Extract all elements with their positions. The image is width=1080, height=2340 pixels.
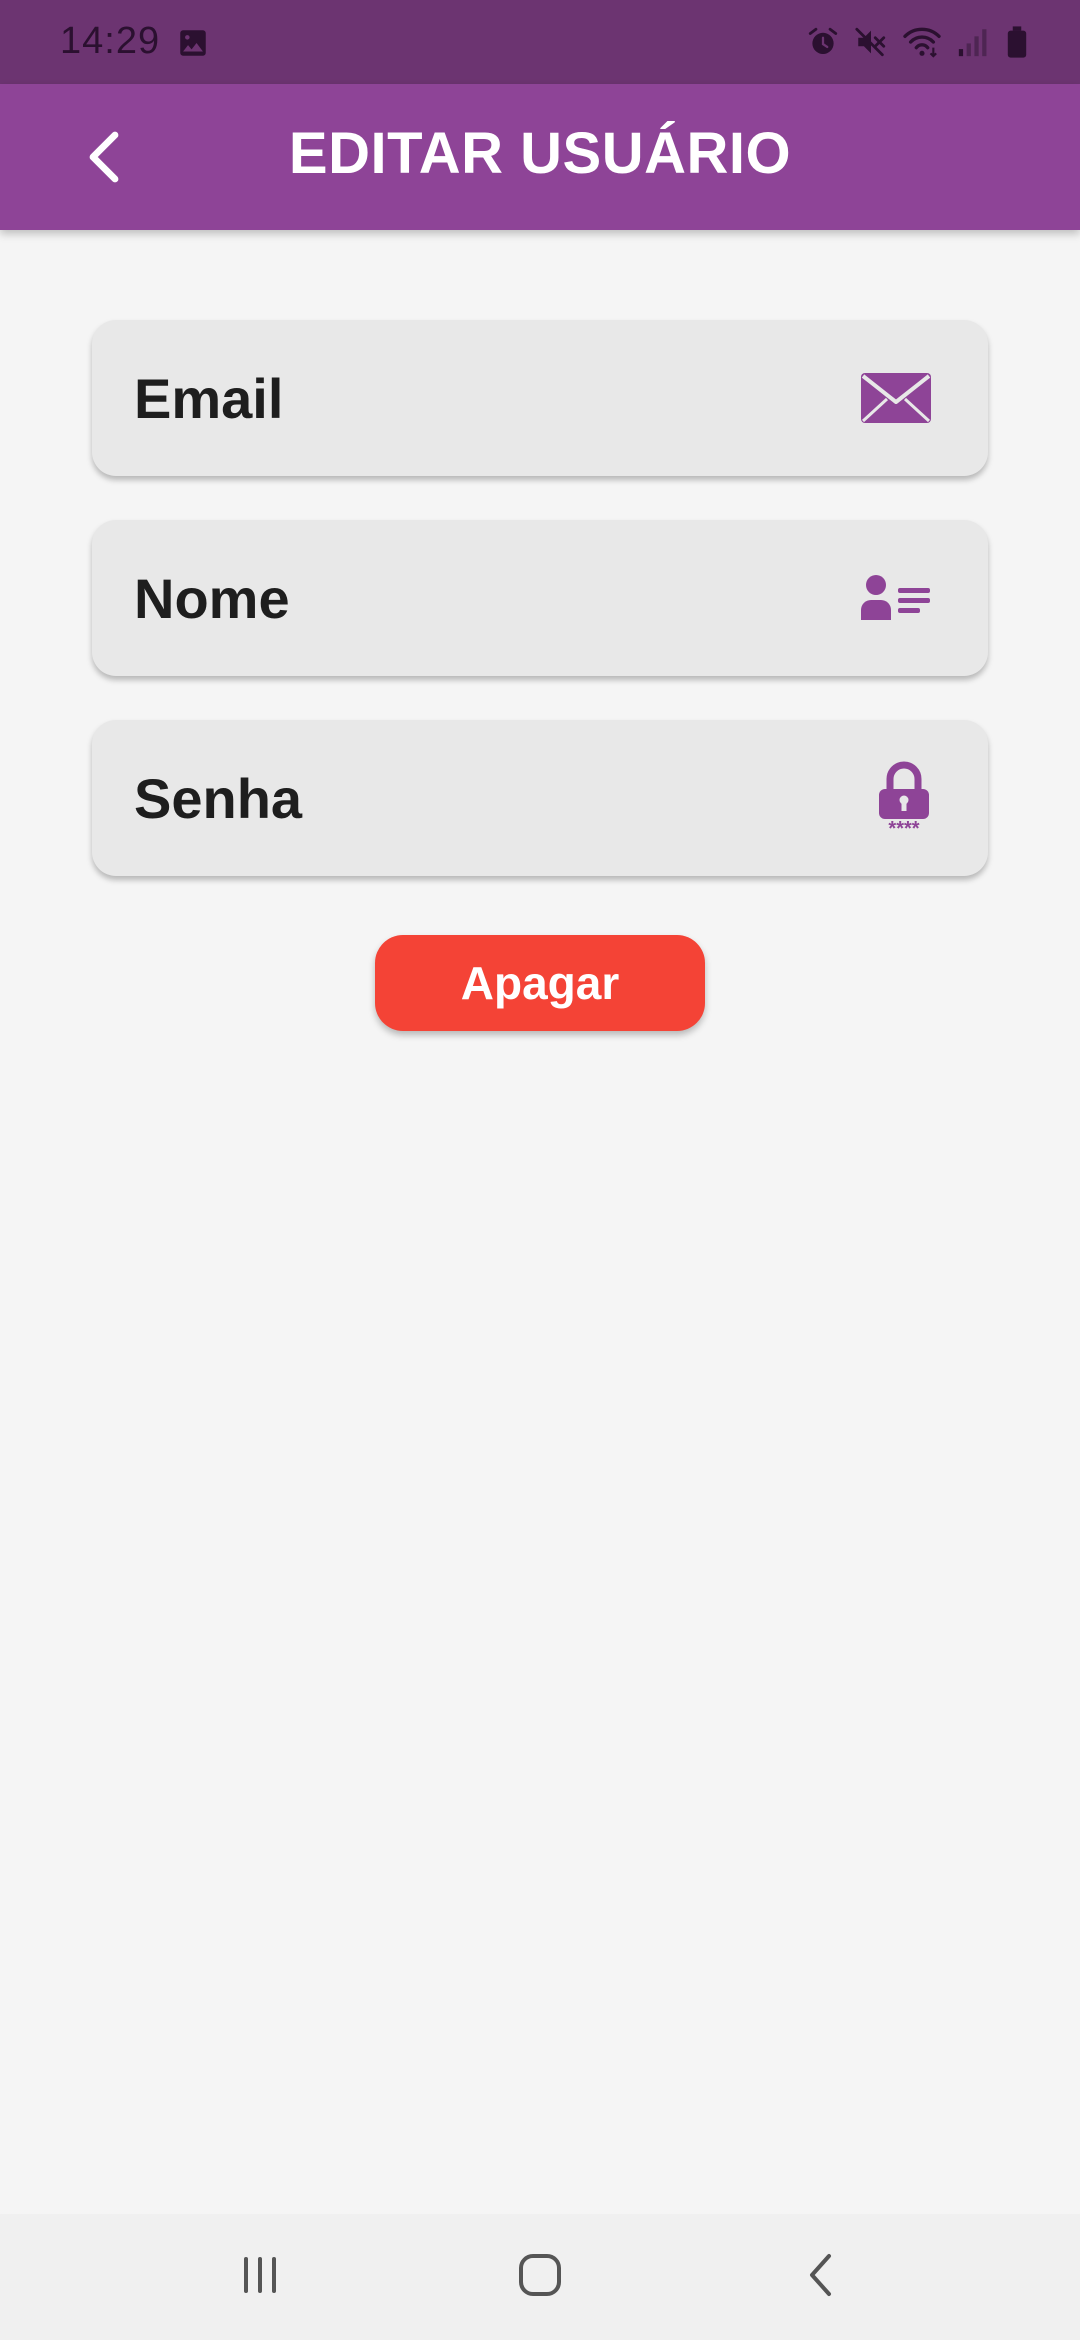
status-bar: 14:29 (0, 0, 1080, 84)
status-icons (806, 22, 1030, 62)
signal-icon (956, 25, 990, 59)
envelope-icon (860, 372, 932, 424)
image-icon (176, 26, 210, 60)
name-input[interactable] (134, 520, 834, 676)
delete-button[interactable]: Apagar (375, 935, 705, 1031)
app-bar: EDITAR USUÁRIO (0, 84, 1080, 230)
alarm-icon (806, 25, 840, 59)
email-input[interactable] (134, 320, 834, 476)
page-title: EDITAR USUÁRIO (288, 121, 792, 186)
recent-apps-button[interactable] (215, 2232, 305, 2322)
name-field[interactable] (92, 520, 988, 676)
svg-text:****: **** (888, 818, 919, 837)
lock-icon: **** (876, 759, 932, 837)
mute-icon (854, 25, 888, 59)
battery-icon (1004, 25, 1030, 59)
system-nav-bar (0, 2214, 1080, 2340)
contact-card-icon (860, 574, 932, 622)
home-button[interactable] (495, 2232, 585, 2322)
nav-back-button[interactable] (777, 2232, 867, 2322)
email-field[interactable] (92, 320, 988, 476)
home-icon (516, 2251, 564, 2304)
recent-apps-icon (238, 2253, 282, 2302)
password-input[interactable] (134, 720, 834, 876)
wifi-icon (902, 25, 942, 59)
back-icon (802, 2251, 842, 2304)
status-time: 14:29 (60, 20, 161, 62)
password-field[interactable]: **** (92, 720, 988, 876)
